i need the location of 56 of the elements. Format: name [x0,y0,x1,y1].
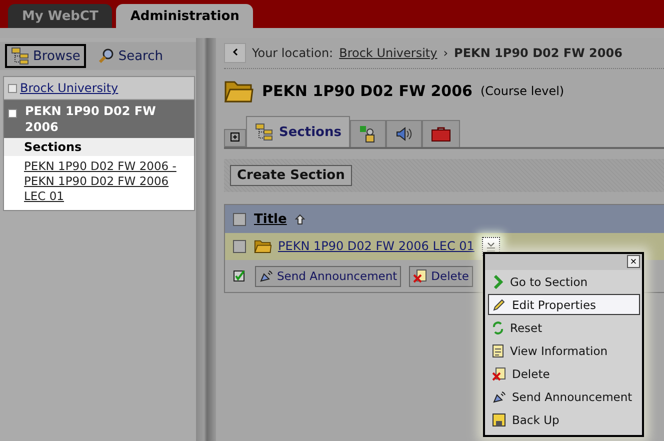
refresh-icon [492,320,504,334]
create-section-button[interactable]: Create Section [230,165,352,186]
tab[interactable] [422,120,460,147]
tree-node-icon [8,84,17,92]
menu-item[interactable]: Delete [488,363,640,384]
checked-box-icon [233,270,247,282]
mode-tab[interactable]: Browse [5,44,86,68]
pencil-icon [492,298,506,312]
delete-icon [492,366,506,380]
course-title: PEKN 1P90 D02 FW 2006 [262,82,472,100]
back-button[interactable] [224,43,246,63]
action-button[interactable]: Delete [409,266,473,286]
checkbox[interactable] [233,212,246,226]
checkbox[interactable] [233,240,246,253]
document-icon [492,344,504,358]
column-header[interactable]: Title [254,212,287,226]
menu-item[interactable]: Go to Section [488,271,640,292]
hierarchy-icon [11,47,29,65]
chevron-left-icon [232,48,238,56]
tab[interactable] [350,120,386,147]
chevron-icon [492,274,504,288]
breadcrumb-separator: › [443,46,448,60]
people-icon [359,125,378,143]
course-level: (Course level) [480,84,564,98]
toolbox-icon [431,126,452,142]
location-label: Your location: [252,46,334,60]
menu-icon [486,242,496,252]
tree-item[interactable]: PEKN 1P90 D02 FW 2006 [4,100,194,138]
breadcrumb-link[interactable]: Brock University [339,46,438,60]
menu-item[interactable]: Edit Properties [488,294,640,315]
search-icon [98,48,114,64]
menu-item[interactable]: View Information [488,340,640,361]
delete-icon [413,269,428,283]
menu-item[interactable]: Send Announcement [488,386,640,407]
folder-icon [254,239,272,254]
megaphone-icon [259,269,273,283]
tab[interactable]: Sections [246,116,350,147]
mode-tab[interactable]: Search [92,44,170,68]
megaphone-icon [492,390,506,404]
breadcrumb-current: PEKN 1P90 D02 FW 2006 [454,46,622,60]
tab[interactable] [386,120,422,147]
tree-node-icon [8,109,17,118]
menu-item[interactable]: Reset [488,317,640,338]
sort-up-icon [294,214,305,224]
menu-item[interactable]: Back Up [488,409,640,430]
folder-icon [224,79,254,103]
expand-button[interactable] [224,129,246,147]
tree-heading: Sections [4,138,194,156]
hierarchy-icon [255,123,273,141]
top-tab[interactable]: My WebCT [8,4,112,28]
top-tab[interactable]: Administration [116,4,254,28]
close-button[interactable]: × [627,255,640,268]
speaker-icon [395,126,414,142]
tree-link[interactable]: PEKN 1P90 D02 FW 2006 - PEKN 1P90 D02 FW 2006 LEC 01 [4,156,194,210]
action-button[interactable]: Send Announcement [255,266,402,286]
plus-box-icon [230,132,240,142]
